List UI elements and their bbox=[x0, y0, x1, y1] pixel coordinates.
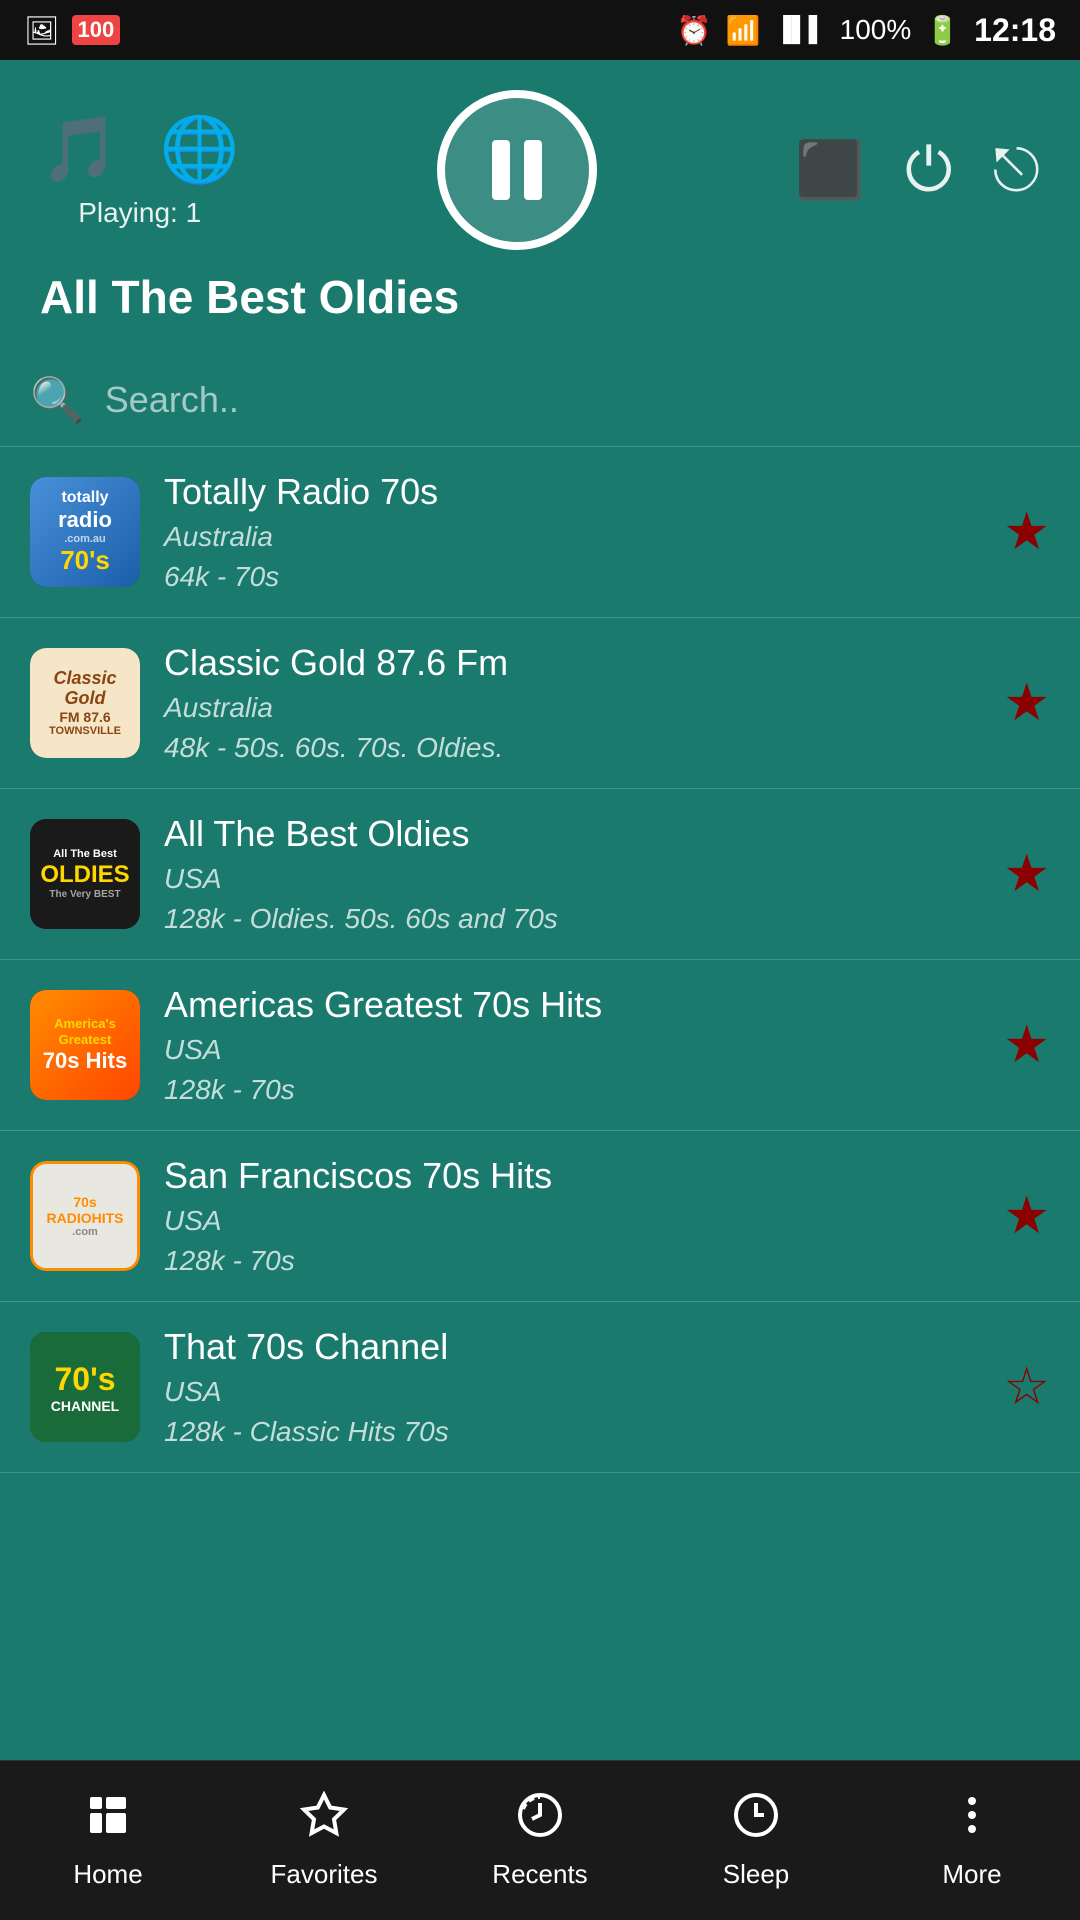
station-meta: 128k - Classic Hits 70s bbox=[164, 1416, 979, 1448]
station-country: USA bbox=[164, 1034, 979, 1066]
station-logo: 70sRADIOHITS .com bbox=[30, 1161, 140, 1271]
photo-icon: 🖼 bbox=[24, 14, 60, 47]
star-icon: ★ bbox=[1003, 674, 1050, 732]
player-right: ⬛ ⏻ ⎋ bbox=[795, 135, 1040, 205]
favorites-icon bbox=[300, 1791, 348, 1851]
player-area: 🎵 🌐 Playing: 1 ⬛ ⏻ ⎋ All The Best Oldies bbox=[0, 60, 1080, 354]
station-logo: ClassicGold FM 87.6 TOWNSVILLE bbox=[30, 648, 140, 758]
station-item[interactable]: All The Best OLDIES The Very BEST All Th… bbox=[0, 789, 1080, 960]
bottom-nav: Home Favorites Recents Sleep bbox=[0, 1760, 1080, 1920]
station-country: USA bbox=[164, 863, 979, 895]
music-icon[interactable]: 🎵 bbox=[40, 112, 120, 187]
globe-icon[interactable]: 🌐 bbox=[160, 112, 240, 187]
signal-icon: ▐▌▌ bbox=[775, 16, 826, 44]
battery-label: 100% bbox=[840, 14, 912, 46]
station-country: USA bbox=[164, 1205, 979, 1237]
station-item[interactable]: 70's CHANNEL That 70s Channel USA 128k -… bbox=[0, 1302, 1080, 1473]
nav-label-recents: Recents bbox=[492, 1859, 587, 1890]
pause-bar-left bbox=[492, 140, 510, 200]
status-right: ⏰ 📶 ▐▌▌ 100% 🔋 12:18 bbox=[677, 12, 1056, 49]
station-meta: 48k - 50s. 60s. 70s. Oldies. bbox=[164, 732, 979, 764]
battery-icon: 🔋 bbox=[925, 14, 960, 47]
station-name: That 70s Channel bbox=[164, 1326, 979, 1368]
playing-label: Playing: 1 bbox=[78, 197, 201, 229]
station-info: Classic Gold 87.6 Fm Australia 48k - 50s… bbox=[164, 642, 979, 764]
sleep-icon bbox=[732, 1791, 780, 1851]
star-icon: ★ bbox=[1003, 1187, 1050, 1245]
star-icon: ★ bbox=[1003, 503, 1050, 561]
pause-icon bbox=[492, 140, 542, 200]
station-item[interactable]: totally radio .com.au 70's Totally Radio… bbox=[0, 447, 1080, 618]
station-logo: All The Best OLDIES The Very BEST bbox=[30, 819, 140, 929]
favorite-button[interactable]: ★ bbox=[1003, 673, 1050, 733]
star-icon: ☆ bbox=[1003, 1358, 1050, 1416]
nav-item-home[interactable]: Home bbox=[0, 1781, 216, 1900]
star-icon: ★ bbox=[1003, 845, 1050, 903]
station-info: All The Best Oldies USA 128k - Oldies. 5… bbox=[164, 813, 979, 935]
share-icon[interactable]: ⎋ bbox=[993, 135, 1040, 205]
favorite-button[interactable]: ★ bbox=[1003, 1015, 1050, 1075]
more-icon bbox=[948, 1791, 996, 1851]
station-meta: 128k - 70s bbox=[164, 1245, 979, 1277]
nav-label-sleep: Sleep bbox=[723, 1859, 790, 1890]
station-country: Australia bbox=[164, 692, 979, 724]
favorite-button[interactable]: ★ bbox=[1003, 1186, 1050, 1246]
player-left-icons: 🎵 🌐 bbox=[40, 112, 239, 187]
status-time: 12:18 bbox=[974, 12, 1056, 49]
pause-button[interactable] bbox=[437, 90, 597, 250]
station-name: Americas Greatest 70s Hits bbox=[164, 984, 979, 1026]
station-name: San Franciscos 70s Hits bbox=[164, 1155, 979, 1197]
home-icon bbox=[84, 1791, 132, 1851]
player-left: 🎵 🌐 Playing: 1 bbox=[40, 112, 239, 229]
station-item[interactable]: America'sGreatest 70s Hits Americas Grea… bbox=[0, 960, 1080, 1131]
nav-item-more[interactable]: More bbox=[864, 1781, 1080, 1900]
favorite-button[interactable]: ★ bbox=[1003, 502, 1050, 562]
alarm-icon: ⏰ bbox=[677, 14, 712, 47]
current-station-title: All The Best Oldies bbox=[40, 270, 459, 334]
nav-item-recents[interactable]: Recents bbox=[432, 1781, 648, 1900]
status-bar: 🖼 100 ⏰ 📶 ▐▌▌ 100% 🔋 12:18 bbox=[0, 0, 1080, 60]
station-meta: 64k - 70s bbox=[164, 561, 979, 593]
nav-item-sleep[interactable]: Sleep bbox=[648, 1781, 864, 1900]
station-item[interactable]: 70sRADIOHITS .com San Franciscos 70s Hit… bbox=[0, 1131, 1080, 1302]
station-name: Totally Radio 70s bbox=[164, 471, 979, 513]
station-meta: 128k - 70s bbox=[164, 1074, 979, 1106]
search-icon: 🔍 bbox=[30, 374, 85, 426]
wifi-icon: 📶 bbox=[726, 14, 761, 47]
status-left: 🖼 100 bbox=[24, 14, 120, 47]
main-content: 🎵 🌐 Playing: 1 ⬛ ⏻ ⎋ All The Best Oldies bbox=[0, 60, 1080, 1760]
favorite-button[interactable]: ★ bbox=[1003, 844, 1050, 904]
stop-icon[interactable]: ⬛ bbox=[795, 137, 865, 203]
station-name: All The Best Oldies bbox=[164, 813, 979, 855]
station-logo: 70's CHANNEL bbox=[30, 1332, 140, 1442]
search-input[interactable] bbox=[105, 379, 1050, 421]
search-container: 🔍 bbox=[0, 354, 1080, 447]
nav-label-home: Home bbox=[73, 1859, 142, 1890]
star-icon: ★ bbox=[1003, 1016, 1050, 1074]
station-list: totally radio .com.au 70's Totally Radio… bbox=[0, 447, 1080, 1760]
station-logo: America'sGreatest 70s Hits bbox=[30, 990, 140, 1100]
recents-icon bbox=[516, 1791, 564, 1851]
station-country: USA bbox=[164, 1376, 979, 1408]
station-info: Totally Radio 70s Australia 64k - 70s bbox=[164, 471, 979, 593]
station-info: Americas Greatest 70s Hits USA 128k - 70… bbox=[164, 984, 979, 1106]
player-controls-row: 🎵 🌐 Playing: 1 ⬛ ⏻ ⎋ bbox=[40, 90, 1040, 250]
station-info: San Franciscos 70s Hits USA 128k - 70s bbox=[164, 1155, 979, 1277]
nav-label-more: More bbox=[942, 1859, 1001, 1890]
favorite-button[interactable]: ☆ bbox=[1003, 1357, 1050, 1417]
station-country: Australia bbox=[164, 521, 979, 553]
station-item[interactable]: ClassicGold FM 87.6 TOWNSVILLE Classic G… bbox=[0, 618, 1080, 789]
nav-label-favorites: Favorites bbox=[271, 1859, 378, 1890]
station-name: Classic Gold 87.6 Fm bbox=[164, 642, 979, 684]
station-logo: totally radio .com.au 70's bbox=[30, 477, 140, 587]
pause-bar-right bbox=[524, 140, 542, 200]
nav-item-favorites[interactable]: Favorites bbox=[216, 1781, 432, 1900]
station-meta: 128k - Oldies. 50s. 60s and 70s bbox=[164, 903, 979, 935]
station-info: That 70s Channel USA 128k - Classic Hits… bbox=[164, 1326, 979, 1448]
power-icon[interactable]: ⏻ bbox=[905, 135, 952, 205]
app-icon: 100 bbox=[72, 15, 121, 45]
